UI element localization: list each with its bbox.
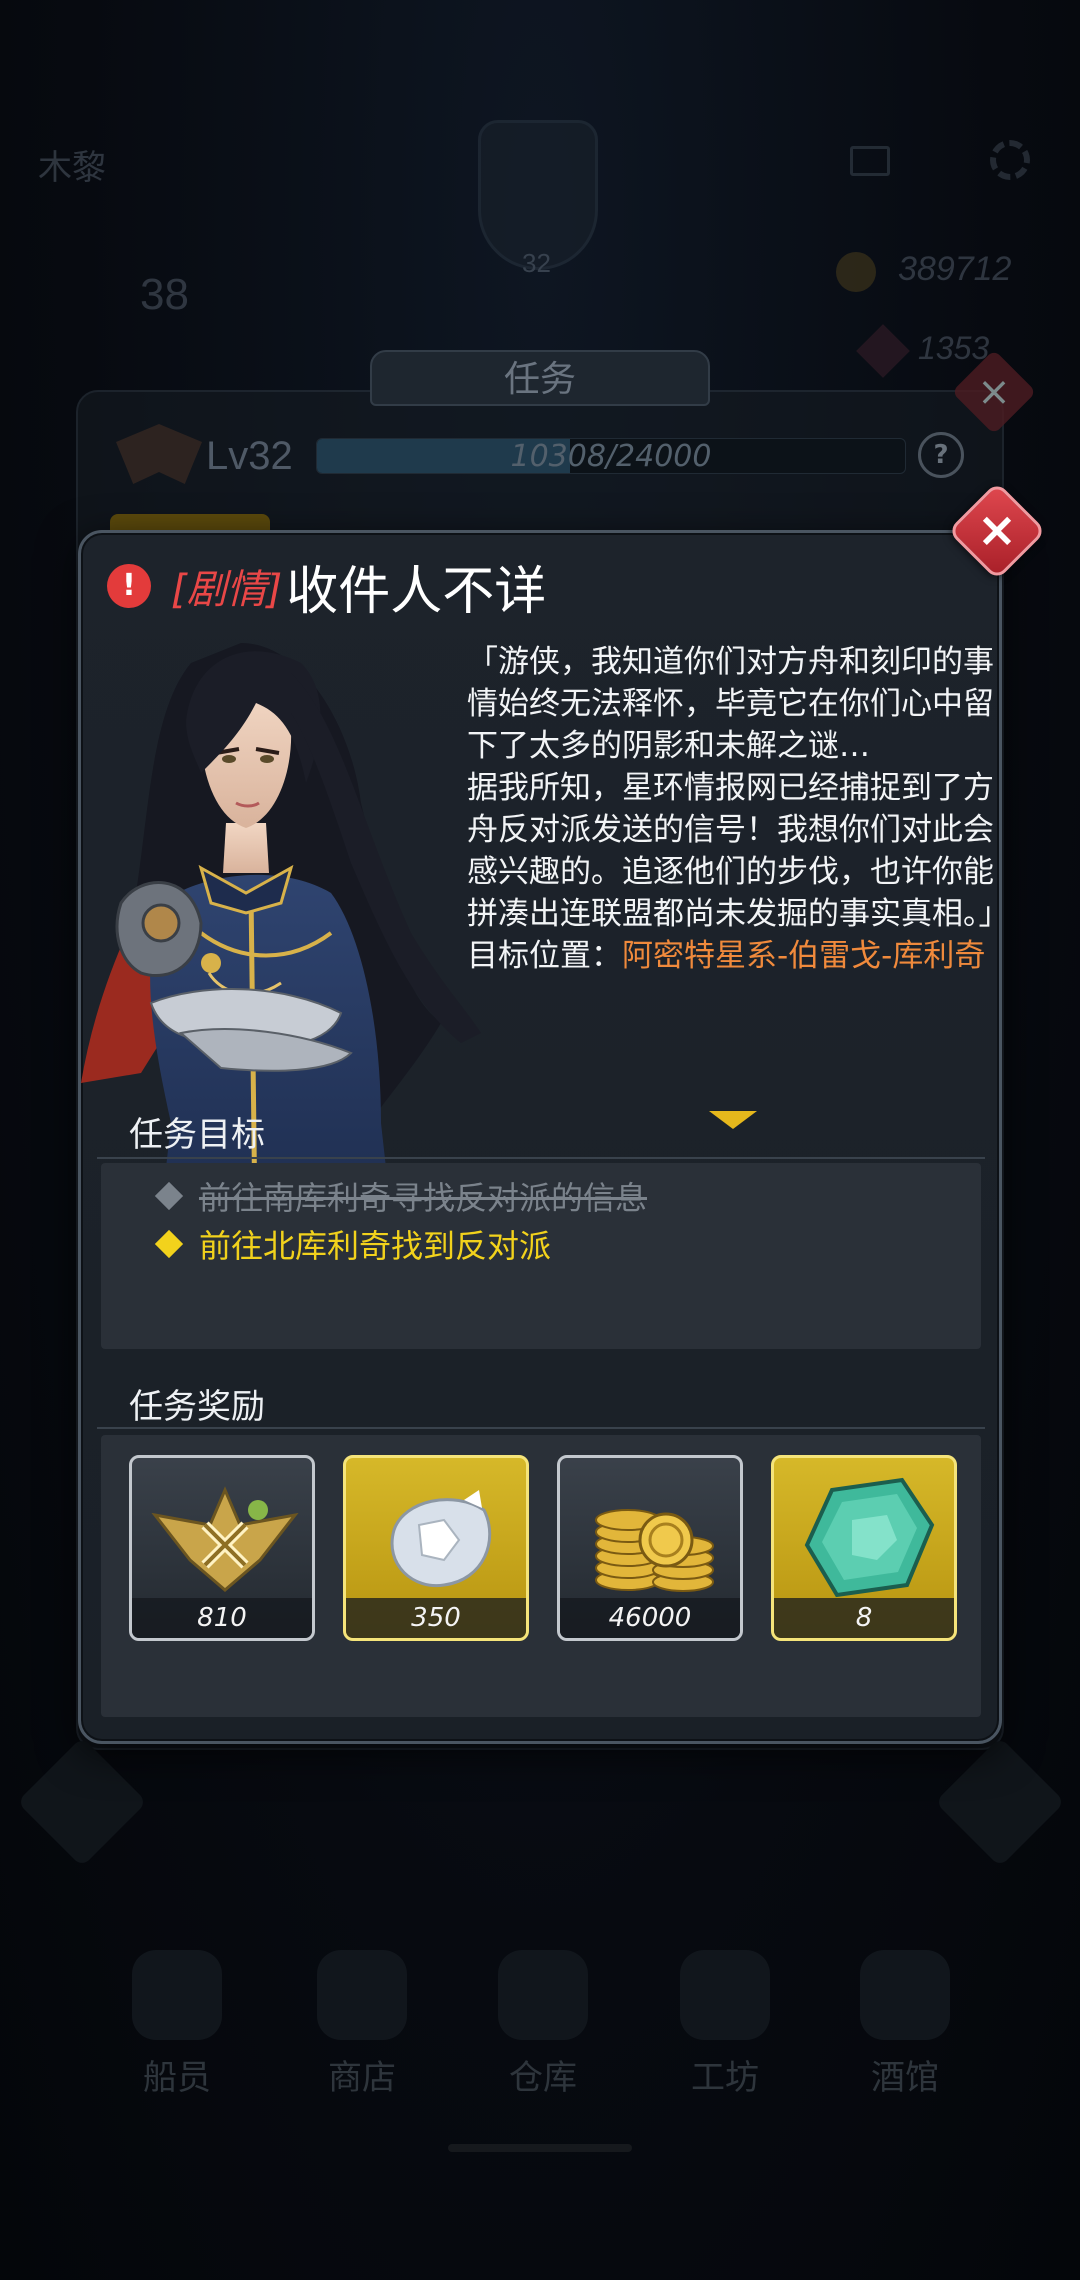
nav-item-tavern: 酒馆 (830, 1930, 980, 2130)
gold-coins-icon (595, 1509, 714, 1592)
reward-amount: 810 (132, 1598, 312, 1638)
green-gem-icon (804, 1477, 935, 1598)
close-icon: × (976, 502, 1018, 558)
nav-item-warehouse: 仓库 (468, 1930, 618, 2130)
location-label: 目标位置： (467, 938, 622, 974)
reward-item-green-gem[interactable]: 8 (771, 1455, 957, 1641)
story-text: 「游侠，我知道你们对方舟和刻印的事情始终无法释怀，毕竟它在你们心中留下了太多的阴… (467, 641, 1002, 977)
mission-panel-title: 任务 (370, 350, 710, 406)
rewards-title: 任务奖励 (129, 1387, 265, 1427)
reward-amount: 8 (774, 1598, 954, 1638)
nav-item-shop: 商店 (287, 1930, 437, 2130)
close-icon: × (977, 369, 1011, 415)
target-location: 目标位置：阿密特星系-伯雷戈-库利奇 (467, 935, 997, 977)
warehouse-icon (498, 1950, 588, 2040)
section-divider (97, 1157, 985, 1159)
nav-label: 工坊 (691, 2059, 759, 2097)
xp-progress-text: 10308/24000 (510, 439, 712, 474)
story-paragraph: 据我所知，星环情报网已经捕捉到了方舟反对派发送的信号！我想你们对此会感兴趣的。追… (467, 770, 1002, 932)
shop-icon (317, 1950, 407, 2040)
mission-level-label: Lv32 (206, 434, 293, 478)
reward-item-rank-xp[interactable]: 810 (129, 1455, 315, 1641)
goals-box: 前往南库利奇寻找反对派的信息 前往北库利奇找到反对派 (101, 1163, 981, 1349)
goal-item-active: 前往北库利奇找到反对派 (154, 1221, 552, 1267)
reward-amount: 46000 (560, 1598, 740, 1638)
bottom-navigation: 船员 商店 仓库 工坊 酒馆 (0, 1930, 1080, 2160)
location-value: 阿密特星系-伯雷戈-库利奇 (622, 938, 986, 974)
reward-amount: 350 (346, 1598, 526, 1638)
crew-icon (132, 1950, 222, 2040)
help-button: ? (918, 432, 964, 478)
mail-icon (850, 146, 890, 176)
gem-icon (856, 324, 910, 378)
player-name: 木黎 (38, 149, 106, 187)
close-button[interactable]: × (947, 481, 1047, 581)
rewards-box: 810 350 46000 8 (101, 1435, 981, 1717)
gold-amount: 389712 (898, 250, 1012, 288)
xp-progress-bar: 10308/24000 (316, 438, 906, 474)
nav-item-workshop: 工坊 (650, 1930, 800, 2130)
nav-item-crew: 船员 (102, 1930, 252, 2130)
diamond-bullet-icon (154, 1181, 184, 1211)
reward-item-crystal[interactable]: 350 (343, 1455, 529, 1641)
mission-panel-close-button: × (951, 349, 1037, 435)
workshop-icon (680, 1950, 770, 2040)
rank-badge-icon (151, 1486, 299, 1592)
tavern-icon (860, 1950, 950, 2040)
goal-item-completed: 前往南库利奇寻找反对派的信息 (154, 1173, 648, 1219)
expand-text-arrow-icon[interactable] (709, 1111, 757, 1129)
player-level-number: 32 (522, 248, 551, 278)
diamond-bullet-icon (154, 1229, 184, 1259)
alert-icon: ! (107, 564, 151, 608)
nav-label: 仓库 (509, 2059, 577, 2097)
home-indicator (448, 2144, 632, 2152)
nav-label: 船员 (143, 2059, 211, 2097)
crystal-ore-icon (390, 1490, 492, 1588)
gold-coin-icon (836, 252, 876, 292)
section-divider (97, 1427, 985, 1429)
goal-text: 前往北库利奇找到反对派 (199, 1227, 552, 1265)
story-paragraph: 「游侠，我知道你们对方舟和刻印的事情始终无法释怀，毕竟它在你们心中留下了太多的阴… (467, 644, 994, 764)
reward-item-gold-coins[interactable]: 46000 (557, 1455, 743, 1641)
story-quest-dialog: ! [剧情] 收件人不详 「游侠，我知道你们对方舟和刻印的事情始终无法释怀，毕竟… (78, 530, 1002, 1744)
nav-label: 商店 (328, 2059, 396, 2097)
goal-text: 前往南库利奇寻找反对派的信息 (199, 1179, 648, 1217)
nav-label: 酒馆 (871, 2059, 939, 2097)
gear-icon (990, 140, 1030, 180)
player-stat-value: 38 (140, 270, 189, 319)
goals-title: 任务目标 (129, 1115, 265, 1155)
